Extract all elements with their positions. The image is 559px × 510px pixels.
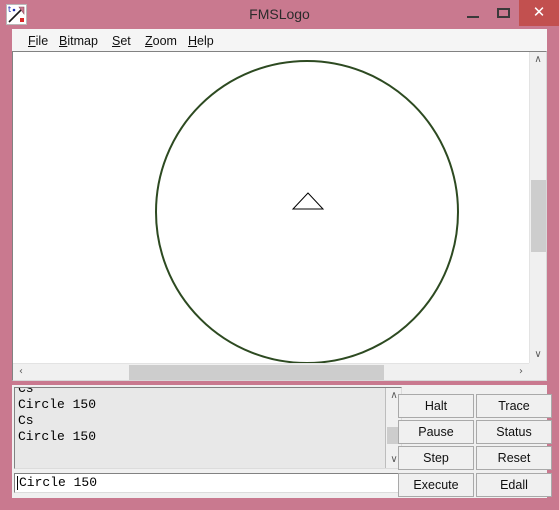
- menu-label-file: ile: [35, 34, 49, 48]
- command-history-frame: Cs Circle 150 Cs Circle 150 ∧ ∨: [14, 387, 402, 469]
- close-icon: ✕: [532, 4, 546, 21]
- drawn-circle: [155, 60, 459, 363]
- menu-item-zoom[interactable]: Zoom: [140, 32, 182, 50]
- halt-button[interactable]: Halt: [398, 394, 474, 418]
- scroll-down-icon[interactable]: ∨: [530, 347, 546, 363]
- fmslogo-window: t FMSLogo ✕ File Bitmap Set Zoom Help ∧ ∨: [0, 0, 559, 510]
- command-input-value[interactable]: Circle 150: [19, 475, 97, 491]
- text-caret: [17, 476, 18, 490]
- menu-accel-help: H: [188, 34, 198, 48]
- pause-button[interactable]: Pause: [398, 420, 474, 444]
- minimize-icon: [467, 16, 479, 18]
- scroll-up-icon[interactable]: ∧: [530, 52, 546, 68]
- execute-button[interactable]: Execute: [398, 473, 474, 497]
- menu-item-file[interactable]: File: [23, 32, 53, 50]
- close-button[interactable]: ✕: [519, 0, 559, 26]
- command-history-text: Cs Circle 150 Cs Circle 150: [18, 387, 97, 444]
- reset-button[interactable]: Reset: [476, 446, 552, 470]
- status-button[interactable]: Status: [476, 420, 552, 444]
- menu-item-help[interactable]: Help: [183, 32, 219, 50]
- command-input-frame[interactable]: Circle 150: [14, 473, 402, 493]
- menu-item-bitmap[interactable]: Bitmap: [54, 32, 103, 50]
- canvas-hscroll-thumb[interactable]: [129, 365, 384, 380]
- menu-label-zoom: oom: [152, 34, 177, 48]
- menu-label-bitmap: itmap: [67, 34, 98, 48]
- turtle-drawing-area[interactable]: [13, 52, 529, 363]
- title-bar[interactable]: t FMSLogo ✕: [0, 0, 559, 28]
- trace-button[interactable]: Trace: [476, 394, 552, 418]
- menu-accel-zoom: Z: [145, 34, 153, 48]
- maximize-icon: [497, 8, 510, 18]
- step-button[interactable]: Step: [398, 446, 474, 470]
- scroll-left-icon[interactable]: ‹: [13, 364, 29, 380]
- edall-button[interactable]: Edall: [476, 473, 552, 497]
- canvas-vscroll-thumb[interactable]: [531, 180, 546, 252]
- drawing-canvas-frame: ∧ ∨ ‹ ›: [12, 51, 547, 381]
- canvas-vertical-scrollbar[interactable]: ∧ ∨: [529, 52, 546, 363]
- menu-bar: File Bitmap Set Zoom Help: [12, 29, 547, 51]
- scrollbar-corner: [529, 363, 546, 380]
- scroll-right-icon[interactable]: ›: [513, 364, 529, 380]
- menu-label-set: et: [120, 34, 131, 48]
- turtle-cursor: [291, 192, 325, 210]
- minimize-button[interactable]: [457, 0, 488, 26]
- menu-item-set[interactable]: Set: [107, 32, 136, 50]
- menu-label-help: elp: [197, 34, 214, 48]
- canvas-horizontal-scrollbar[interactable]: ‹ ›: [13, 363, 529, 380]
- menu-accel-file: F: [28, 34, 36, 48]
- maximize-button[interactable]: [488, 0, 519, 26]
